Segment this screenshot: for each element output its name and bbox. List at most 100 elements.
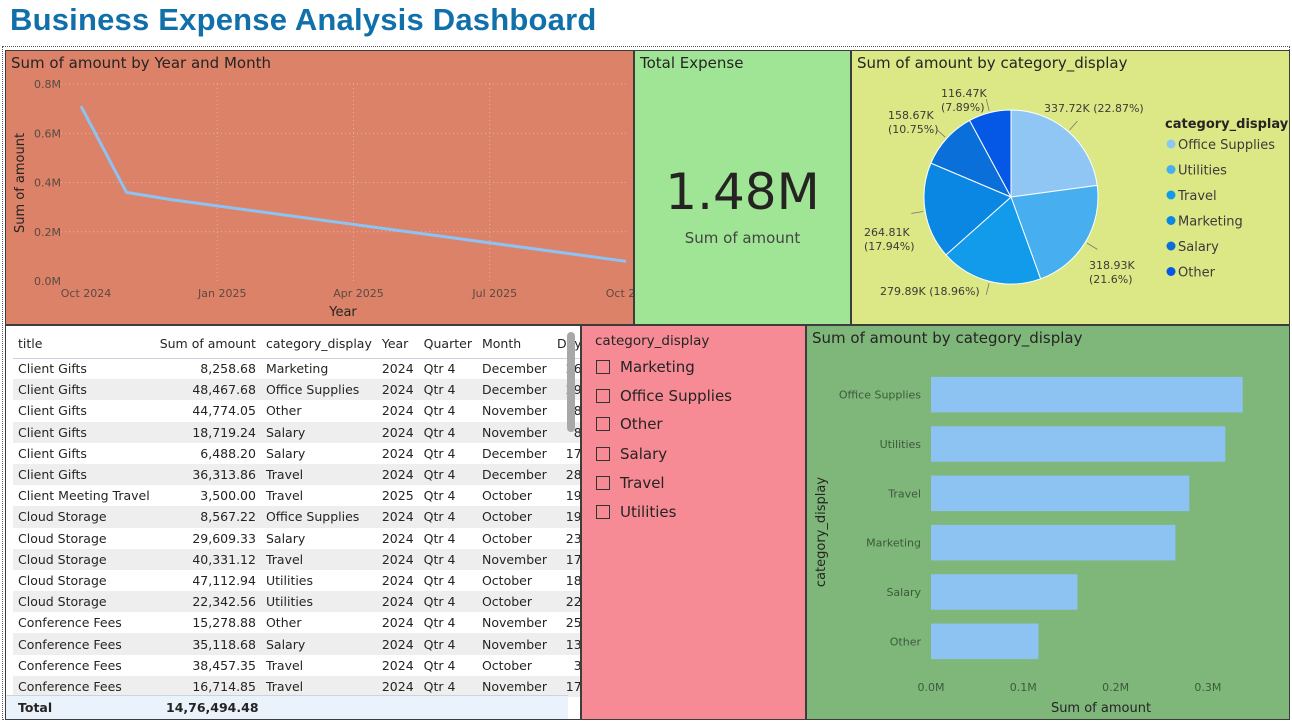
cell-quarter: Qtr 4 (423, 572, 456, 588)
cell-year: 2025 (381, 488, 414, 504)
x-axis-label: Sum of amount (1051, 701, 1151, 716)
pie-data-label: 158.67K (10.75%) (888, 109, 939, 136)
checkbox[interactable] (596, 505, 610, 519)
table-row[interactable]: Client Gifts 18,719.24 Salary 2024 Qtr 4 Nove… (13, 421, 580, 443)
slicer-item-salary[interactable]: Salary (596, 442, 667, 466)
checkbox[interactable] (596, 476, 610, 490)
cell-amount: 3,500.00 (200, 488, 256, 504)
cell-category: Salary (265, 530, 306, 546)
legend-label[interactable]: Marketing (1178, 215, 1243, 230)
column-header-month[interactable]: Month (476, 330, 552, 359)
pie-data-label: 279.89K (18.96%) (880, 285, 980, 298)
checkbox[interactable] (596, 447, 610, 461)
table-row[interactable]: Cloud Storage 22,342.56 Utilities 2024 Qtr 4… (13, 591, 580, 613)
table-row[interactable]: Client Gifts 6,488.20 Salary 2024 Qtr 4 Decem… (13, 443, 581, 464)
bar[interactable] (931, 623, 1039, 660)
line-chart-visual[interactable]: Sum of amount by Year and Month 0.0M 0.2M… (5, 50, 634, 325)
checkbox[interactable] (596, 417, 610, 431)
cell-amount: 29,609.33 (192, 530, 256, 546)
cell-day: 17 (565, 445, 581, 461)
table-row[interactable]: Cloud Storage 29,609.33 Salary 2024 Qtr 4 Oct… (13, 528, 580, 549)
cell-quarter: Qtr 4 (423, 488, 456, 504)
cell-quarter: Qtr 4 (418, 591, 477, 613)
bar-chart-visual[interactable]: Sum of amount by category_display 0.0M 0.… (806, 325, 1290, 720)
cell-title: Client Gifts (13, 379, 155, 401)
legend-marker[interactable] (1166, 165, 1176, 174)
cell-year: 2024 (376, 421, 419, 443)
cell-title: Cloud Storage (18, 530, 107, 546)
legend-label[interactable]: Salary (1178, 240, 1219, 255)
table-row[interactable]: Conference Fees 38,457.35 Travel 2024 Qtr 4 O… (13, 655, 581, 676)
bar[interactable] (931, 376, 1243, 413)
cell-month: October (481, 488, 532, 504)
checkbox[interactable] (596, 389, 610, 403)
table-scrollbar[interactable] (567, 332, 575, 432)
cell-year: 2024 (381, 530, 414, 546)
cell-category: Other (265, 403, 302, 419)
total-value: 14,76,494.48 (166, 700, 259, 715)
kpi-label: Sum of amount (684, 229, 801, 247)
cell-day: 18 (565, 572, 581, 588)
slicer-item-other[interactable]: Other (596, 412, 663, 436)
table-row[interactable]: Conference Fees 35,118.68 Salary 2024 Qtr 4N… (13, 633, 580, 655)
legend-marker[interactable] (1166, 216, 1176, 225)
table-row[interactable]: Client Gifts 8,258.68 Marketing 2024 Qtr 4 De… (13, 358, 580, 379)
slicer-item-utilities[interactable]: Utilities (596, 500, 676, 524)
cell-title: Cloud Storage (18, 572, 107, 588)
legend-label[interactable]: Other (1178, 266, 1216, 281)
checkbox[interactable] (596, 360, 610, 374)
cell-category: Travel (260, 463, 377, 486)
slicer-item-marketing[interactable]: Marketing (596, 355, 695, 379)
column-header-amount[interactable]: Sum of amount (154, 330, 261, 359)
bar[interactable] (931, 475, 1190, 512)
table-row[interactable]: Conference Fees 15,278.88 Other 2024 Qtr 4 No… (13, 612, 580, 633)
cell-day: 3 (573, 657, 581, 673)
table-row[interactable]: Client Gifts 48,467.68 Office Supplies 2024… (13, 379, 580, 401)
legend-marker[interactable] (1166, 190, 1176, 200)
slicer-item-travel[interactable]: Travel (596, 471, 665, 495)
total-label: Total (18, 700, 53, 715)
bar[interactable] (931, 426, 1226, 462)
table-row[interactable]: Conference Fees 16,714.85 Travel 2024 Qtr 4N… (13, 675, 580, 697)
category-slicer[interactable]: category_display Marketing Office Suppli… (581, 325, 806, 720)
bar[interactable] (931, 574, 1078, 610)
bar[interactable] (931, 524, 1176, 561)
cell-month: November (481, 615, 547, 631)
column-header-title[interactable]: title (13, 330, 155, 359)
column-header-category[interactable]: category_display (260, 330, 377, 359)
legend-label[interactable]: Utilities (1178, 164, 1227, 179)
table-row[interactable]: Client Gifts 44,774.05 Other 2024 Qtr 4 Novem… (13, 400, 580, 421)
legend-label[interactable]: Office Supplies (1178, 138, 1275, 153)
slicer-item-office-supplies[interactable]: Office Supplies (596, 384, 732, 408)
data-table-visual[interactable]: title Sum of amount category_display Yea… (5, 325, 581, 720)
table-row[interactable]: Client Meeting Travel 3,500.00 Travel 2025 Q… (13, 485, 580, 506)
cell-title: Conference Fees (13, 633, 155, 655)
cell-category: Salary (260, 421, 377, 443)
slicer-item-label: Travel (620, 474, 665, 492)
cell-title: Cloud Storage (13, 506, 155, 528)
cell-title: Conference Fees (18, 615, 122, 631)
cell-amount: 22,342.56 (154, 591, 261, 613)
table-row[interactable]: Cloud Storage 8,567.22 Office Supplies 2024… (13, 506, 580, 528)
pie-chart-visual[interactable]: Sum of amount by category_display 337.72… (851, 50, 1290, 325)
legend-label[interactable]: Travel (1177, 189, 1217, 204)
legend-marker[interactable] (1166, 241, 1176, 251)
column-header-quarter[interactable]: Quarter (418, 330, 477, 359)
table-row[interactable]: Client Gifts 36,313.86 Travel 2024 Qtr 4 Dece… (13, 463, 580, 486)
cell-year: 2024 (376, 633, 419, 655)
cell-category: Office Supplies (260, 379, 377, 401)
cell-day: 28 (552, 463, 580, 486)
kpi-title: Total Expense (640, 54, 744, 72)
pie-slice[interactable] (1010, 109, 1098, 198)
cell-title: Client Gifts (13, 463, 155, 486)
dashboard-title: Business Expense Analysis Dashboard (10, 2, 597, 37)
cell-amount: 8,258.68 (200, 361, 256, 377)
legend-marker[interactable] (1166, 139, 1176, 149)
table-row[interactable]: Cloud Storage 47,112.94 Utilities 2024 Qtr 4… (13, 570, 581, 591)
kpi-card[interactable]: Total Expense 1.48M Sum of amount (634, 50, 851, 325)
cell-month: October (481, 657, 532, 673)
slicer-item-label: Other (620, 415, 663, 433)
table-row[interactable]: Cloud Storage 40,331.12 Travel 2024 Qtr 4 Nov… (13, 548, 580, 570)
column-header-year[interactable]: Year (376, 330, 419, 359)
legend-marker[interactable] (1166, 267, 1176, 276)
